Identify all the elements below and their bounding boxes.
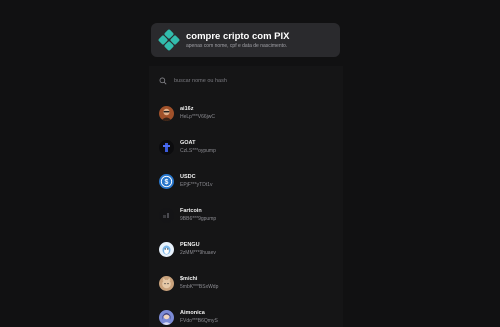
token-item-michi[interactable]: $michi 5mbK***BSxWdp [159, 273, 329, 293]
token-address: HeLp***V66jwC [180, 113, 216, 120]
token-address: CzLS***oypump [180, 147, 216, 154]
pix-promo-banner[interactable]: compre cripto com PIX apenas com nome, c… [151, 23, 340, 57]
token-avatar-ai16z [159, 105, 174, 121]
search-bar[interactable] [155, 74, 337, 88]
token-address: EPjF***yTDt1v [180, 181, 213, 188]
banner-subtitle: apenas com nome, cpf e data de nasciment… [186, 42, 288, 49]
token-avatar-usdc: $ [159, 173, 174, 189]
token-name: $michi [180, 275, 198, 282]
search-icon [159, 77, 167, 85]
token-name: Aimonica [180, 309, 205, 316]
token-item-goat[interactable]: GOAT CzLS***oypump [159, 137, 329, 157]
token-name: GOAT [180, 139, 196, 146]
token-item-aimonica[interactable]: Aimonica FVdo***B6QmyS [159, 307, 329, 327]
token-avatar-michi [159, 275, 174, 291]
search-input[interactable] [174, 78, 324, 84]
token-address: FVdo***B6QmyS [180, 317, 218, 324]
token-address: 9BB6***9gpump [180, 215, 217, 222]
token-name: USDC [180, 173, 196, 180]
pix-icon [158, 29, 180, 51]
token-avatar-aimonica [159, 309, 174, 325]
banner-title: compre cripto com PIX [186, 30, 290, 42]
token-avatar-pengu [159, 241, 174, 257]
token-address: 5mbK***BSxWdp [180, 283, 219, 290]
token-item-fartcoin[interactable]: Fartcoin 9BB6***9gpump [159, 205, 329, 225]
token-avatar-goat [159, 139, 174, 155]
token-name: PENGU [180, 241, 200, 248]
banner-text: compre cripto com PIX apenas com nome, c… [186, 31, 289, 50]
token-item-usdc[interactable]: $ USDC EPjF***yTDt1v [159, 171, 329, 191]
token-item-ai16z[interactable]: ai16z HeLp***V66jwC [159, 103, 329, 123]
token-item-pengu[interactable]: PENGU 2zMM***9huaev [159, 239, 329, 259]
token-panel: ai16z HeLp***V66jwC GOAT CzLS***oypump $… [149, 66, 343, 327]
token-address: 2zMM***9huaev [180, 249, 216, 256]
token-name: Fartcoin [180, 207, 202, 214]
token-avatar-fartcoin [159, 207, 174, 223]
svg-text:$: $ [165, 179, 169, 186]
token-name: ai16z [180, 105, 194, 112]
